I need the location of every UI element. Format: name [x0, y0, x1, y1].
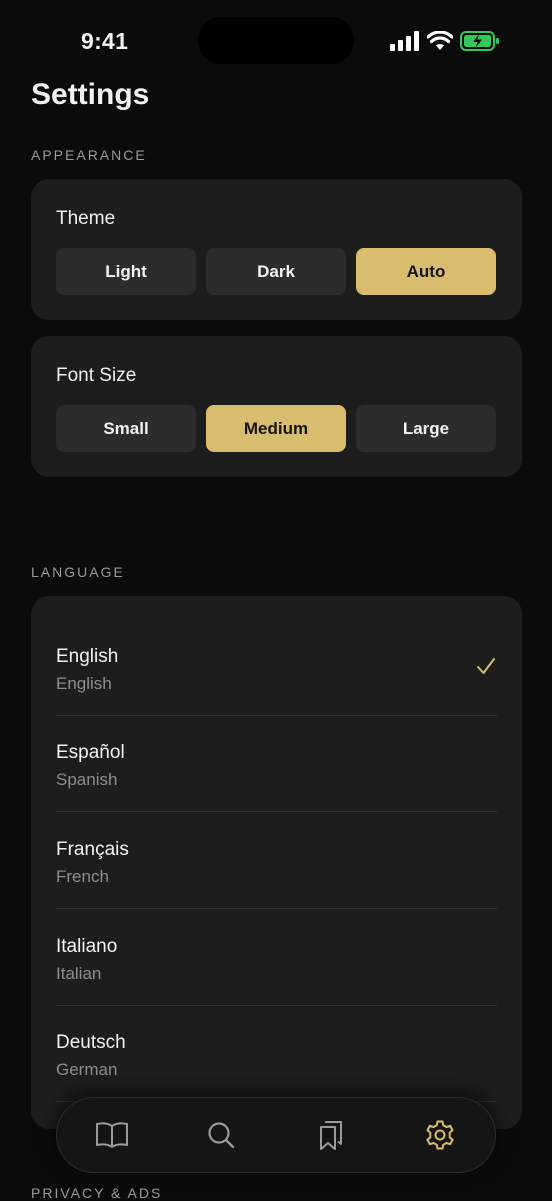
language-english-name: German [56, 1060, 118, 1079]
language-english-name: Spanish [56, 770, 118, 789]
language-name: Français [56, 839, 129, 860]
search-icon [208, 1122, 235, 1149]
theme-title: Theme [56, 208, 116, 229]
font-size-option-small[interactable]: Small [56, 405, 196, 452]
tab-bookmarks[interactable] [301, 1105, 361, 1165]
bookmarks-icon [319, 1121, 342, 1150]
theme-card: Theme Light Dark Auto [31, 179, 522, 320]
language-item-french[interactable]: Français French [56, 813, 497, 909]
font-size-option-large[interactable]: Large [356, 405, 496, 452]
status-time: 9:41 [81, 28, 129, 54]
language-item-german[interactable]: Deutsch German [56, 1006, 497, 1102]
theme-segmented-control: Light Dark Auto [56, 248, 496, 295]
language-english-name: Italian [56, 964, 102, 983]
language-list: English English Español Spanish Français… [31, 596, 522, 1129]
font-size-card: Font Size Small Medium Large [31, 336, 522, 477]
language-name: Español [56, 742, 125, 763]
font-size-segmented-control: Small Medium Large [56, 405, 496, 452]
dynamic-island [198, 17, 354, 64]
wifi-icon [427, 31, 453, 50]
checkmark-icon [477, 658, 495, 674]
tab-bar [56, 1097, 496, 1173]
language-name: Deutsch [56, 1032, 126, 1053]
section-label-appearance: APPEARANCE [31, 147, 147, 163]
page-title: Settings [31, 78, 150, 111]
battery-charging-icon [460, 31, 499, 51]
language-item-english[interactable]: English English [56, 620, 497, 716]
language-item-spanish[interactable]: Español Spanish [56, 716, 497, 812]
divider [56, 811, 497, 812]
language-item-italian[interactable]: Italiano Italian [56, 910, 497, 1006]
tab-library[interactable] [82, 1105, 142, 1165]
language-name: Italiano [56, 936, 118, 957]
tab-settings[interactable] [410, 1105, 470, 1165]
language-name: English [56, 646, 119, 667]
status-icons [390, 30, 500, 52]
status-bar: 9:41 [0, 0, 552, 80]
divider [56, 908, 497, 909]
section-label-language: LANGUAGE [31, 564, 125, 580]
section-label-privacy: PRIVACY & ADS [31, 1185, 163, 1201]
font-size-title: Font Size [56, 365, 137, 386]
tab-search[interactable] [191, 1105, 251, 1165]
theme-option-auto[interactable]: Auto [356, 248, 496, 295]
language-english-name: French [56, 867, 109, 886]
theme-option-dark[interactable]: Dark [206, 248, 346, 295]
gear-icon [426, 1120, 454, 1150]
theme-option-light[interactable]: Light [56, 248, 196, 295]
book-open-icon [95, 1122, 128, 1148]
cellular-signal-icon [390, 31, 419, 51]
font-size-option-medium[interactable]: Medium [206, 405, 346, 452]
language-english-name: English [56, 674, 112, 693]
